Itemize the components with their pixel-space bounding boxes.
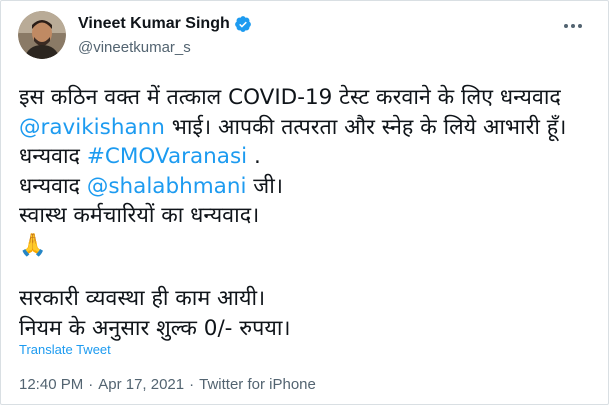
mention-link[interactable]: @ravikishann: [19, 115, 165, 140]
tweet-line: धन्यवाद @shalabhmani जी।: [19, 172, 604, 202]
separator-dot: ·: [88, 376, 94, 393]
author-name[interactable]: Vineet Kumar Singh: [78, 15, 230, 33]
hashtag-link[interactable]: #CMOVaranasi: [87, 144, 247, 169]
tweet-text-segment: .: [247, 144, 261, 169]
avatar-photo: [18, 11, 66, 59]
more-options-icon[interactable]: [564, 21, 588, 31]
tweet-line: सरकारी व्यवस्था ही काम आयी।: [19, 286, 266, 311]
tweet-line: धन्यवाद #CMOVaranasi .: [19, 142, 604, 172]
tweet-text: इस कठिन वक्त में तत्काल COVID-19 टेस्ट क…: [19, 83, 604, 343]
tweet-line: @ravikishann भाई। आपकी तत्परता और स्नेह …: [19, 113, 604, 143]
mention-link[interactable]: @shalabhmani: [87, 174, 247, 199]
tweet-metadata: 12:40 PM · Apr 17, 2021 · Twitter for iPhone: [19, 376, 316, 393]
tweet-text-segment: जी।: [246, 173, 283, 199]
tweet-time[interactable]: 12:40 PM: [19, 376, 83, 393]
tweet-text-segment: धन्यवाद: [19, 173, 87, 199]
verified-badge-icon: [234, 15, 252, 33]
tweet-text-segment: धन्यवाद: [19, 144, 87, 169]
tweet-card: Vineet Kumar Singh @vineetkumar_s इस कठि…: [0, 0, 609, 405]
translate-tweet-link[interactable]: Translate Tweet: [19, 342, 111, 357]
avatar[interactable]: [18, 11, 66, 59]
separator-dot: ·: [189, 376, 195, 393]
tweet-text-segment: भाई। आपकी तत्परता और स्नेह के लिये आभारी…: [164, 114, 567, 140]
tweet-line: इस कठिन वक्त में तत्काल COVID-19 टेस्ट क…: [19, 85, 561, 110]
tweet-line: नियम के अनुसार शुल्क 0/- रुपया।: [19, 315, 291, 341]
tweet-source[interactable]: Twitter for iPhone: [199, 376, 316, 393]
author-handle[interactable]: @vineetkumar_s: [78, 39, 191, 56]
tweet-line: स्वास्थ कर्मचारियों का धन्यवाद।: [19, 203, 260, 228]
author-name-row[interactable]: Vineet Kumar Singh: [78, 15, 252, 33]
tweet-date[interactable]: Apr 17, 2021: [98, 376, 184, 393]
folded-hands-emoji: 🙏: [19, 232, 47, 258]
